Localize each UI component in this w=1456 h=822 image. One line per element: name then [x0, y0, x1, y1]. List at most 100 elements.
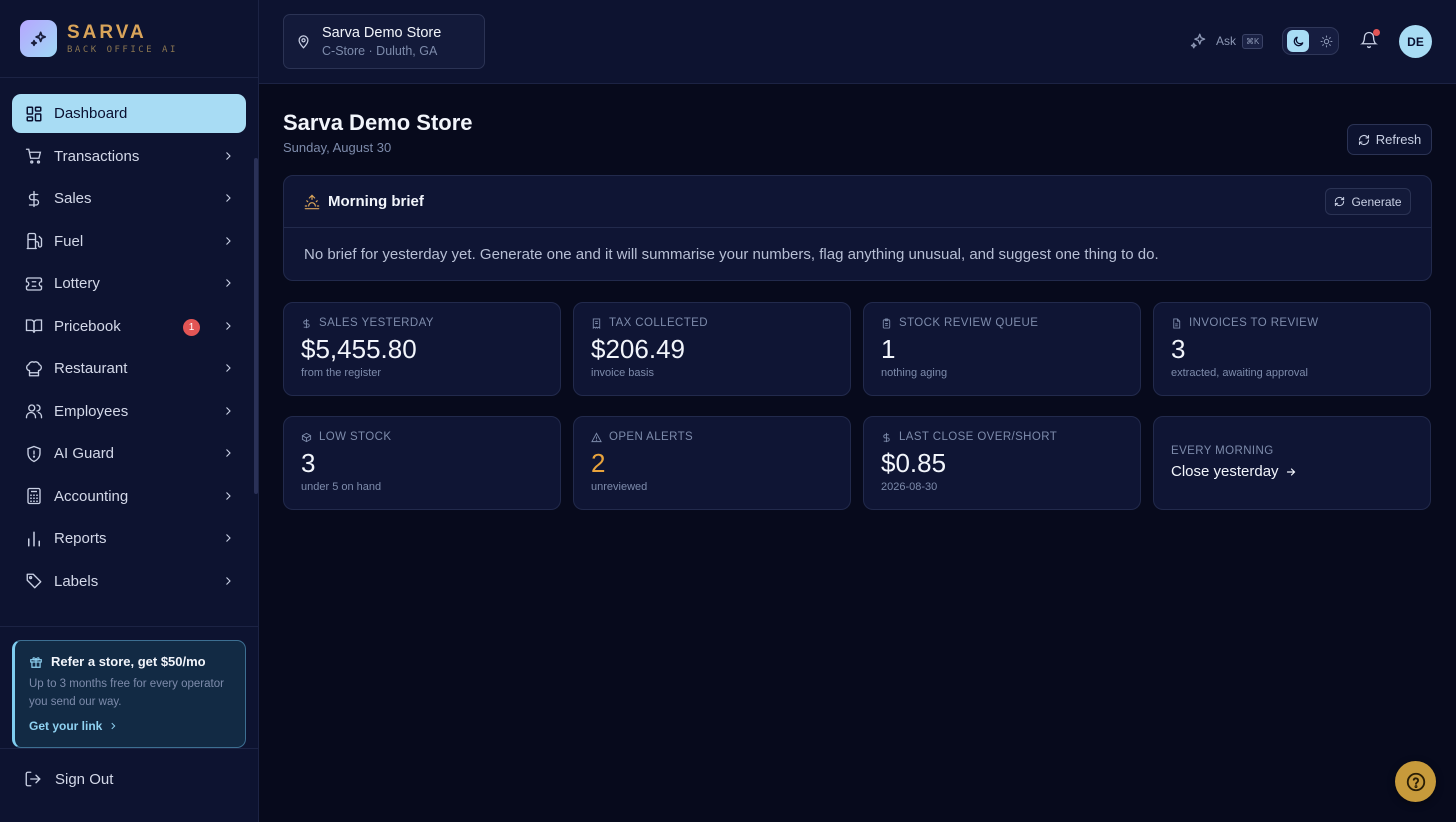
brand-name: SARVA	[67, 22, 147, 43]
sun-icon	[1320, 35, 1332, 47]
topbar: Sarva Demo Store C-Store · Duluth, GA As…	[259, 0, 1456, 84]
sidebar-scrollbar[interactable]	[254, 158, 258, 494]
avatar[interactable]: DE	[1399, 25, 1432, 58]
card-value: 3	[1171, 334, 1186, 364]
ask-ai-button[interactable]: Ask ⌘K	[1190, 32, 1264, 50]
box-icon	[301, 432, 312, 442]
dashboard-icon	[25, 105, 43, 123]
sidebar-item-accounting[interactable]: Accounting	[12, 477, 246, 516]
theme-toggle[interactable]	[1282, 27, 1339, 55]
chevron-right-icon	[226, 321, 231, 330]
refresh-icon	[1358, 134, 1369, 145]
card-subtext: nothing aging	[881, 367, 948, 379]
card-label: Tax collected	[609, 317, 708, 329]
referral-description: Up to 3 months free for every operator y…	[29, 678, 224, 708]
kpi-card-low-stock[interactable]: Low stock 3 under 5 on hand	[283, 416, 561, 510]
sidebar-divider	[0, 626, 259, 627]
sidebar-item-label: Accounting	[54, 487, 129, 505]
close-yesterday-label: Close yesterday	[1171, 463, 1279, 480]
sidebar-nav: Dashboard Transactions Sales Fuel Lotter…	[0, 78, 258, 626]
page-date: Sunday, August 30	[283, 140, 392, 155]
dollar-icon	[883, 432, 890, 442]
arrow-right-icon	[1286, 467, 1295, 476]
dark-mode-button[interactable]	[1287, 30, 1309, 52]
moon-icon	[1293, 36, 1303, 46]
notification-badge: 1	[183, 318, 200, 336]
refresh-label: Refresh	[1375, 132, 1422, 147]
refresh-icon	[1335, 196, 1345, 207]
sidebar-item-reports[interactable]: Reports	[12, 519, 246, 558]
sidebar-item-label: Employees	[54, 402, 129, 420]
card-label: Low stock	[319, 431, 392, 443]
sidebar-item-label: Transactions	[54, 147, 140, 165]
notifications-button[interactable]	[1360, 29, 1380, 54]
card-subtext: extracted, awaiting approval	[1171, 367, 1308, 379]
sparkle-icon	[1190, 33, 1206, 49]
sidebar-item-pricebook[interactable]: Pricebook 1	[12, 307, 246, 346]
brand[interactable]: SARVA BACK OFFICE AI	[0, 0, 258, 78]
card-value: $5,455.80	[301, 334, 417, 364]
generate-brief-button[interactable]: Generate	[1325, 188, 1411, 215]
kpi-card-last-close-over-short[interactable]: Last close over/short $0.85 2026-08-30	[863, 416, 1141, 510]
sidebar-item-ai-guard[interactable]: AI Guard	[12, 434, 246, 473]
sidebar-item-label: Pricebook	[54, 317, 121, 335]
light-mode-button[interactable]	[1315, 30, 1337, 52]
chevron-right-icon	[226, 449, 231, 457]
sidebar-item-transactions[interactable]: Transactions	[12, 137, 246, 176]
sidebar-item-label: Labels	[54, 572, 99, 590]
dollar-icon	[303, 318, 310, 328]
sidebar-item-dashboard[interactable]: Dashboard	[12, 94, 246, 133]
card-label: Last close over/short	[899, 431, 1058, 443]
chevron-right-icon	[226, 151, 231, 160]
users-icon	[25, 402, 43, 420]
store-selector[interactable]: Sarva Demo Store C-Store · Duluth, GA	[283, 14, 485, 69]
ticket-icon	[25, 275, 43, 293]
sidebar-item-fuel[interactable]: Fuel	[12, 222, 246, 261]
card-label: Sales yesterday	[319, 317, 434, 329]
sidebar-item-label: Sales	[54, 190, 92, 207]
brief-body: No brief for yesterday yet. Generate one…	[304, 246, 1159, 263]
kpi-card-stock-review-queue[interactable]: Stock review queue 1 nothing aging	[863, 302, 1141, 396]
kpi-card-open-alerts[interactable]: Open alerts 2 unreviewed	[573, 416, 851, 510]
chevron-right-icon	[226, 194, 231, 202]
get-your-link-button[interactable]: Get your link	[29, 719, 231, 733]
sparkle-logo-icon	[20, 20, 57, 57]
card-label: Invoices to review	[1189, 317, 1319, 329]
chevron-right-icon	[226, 279, 231, 287]
sidebar: SARVA BACK OFFICE AI Dashboard Transacti…	[0, 0, 259, 822]
close-yesterday-card[interactable]: EVERY MORNING Close yesterday	[1153, 416, 1431, 510]
chevron-right-icon	[226, 236, 231, 245]
document-icon	[1173, 317, 1181, 329]
kpi-card-invoices-to-review[interactable]: Invoices to review 3 extracted, awaiting…	[1153, 302, 1431, 396]
sidebar-item-label: Fuel	[54, 232, 84, 250]
sidebar-item-employees[interactable]: Employees	[12, 392, 246, 431]
sidebar-divider	[0, 748, 259, 749]
clipboard-icon	[882, 317, 891, 329]
sidebar-item-sales[interactable]: Sales	[12, 179, 246, 218]
sidebar-item-labels[interactable]: Labels	[12, 562, 246, 601]
card-subtext: 2026-08-30	[881, 481, 938, 493]
card-subtext: unreviewed	[591, 481, 648, 493]
sunrise-icon	[304, 193, 320, 209]
sign-out-button[interactable]: Sign Out	[24, 770, 113, 788]
card-value: $0.85	[881, 448, 947, 478]
help-button[interactable]	[1395, 761, 1436, 802]
referral-card[interactable]: Refer a store, get $50/mo Up to 3 months…	[12, 640, 246, 748]
gift-icon	[30, 656, 42, 668]
notification-dot	[1373, 29, 1380, 36]
close-yesterday-link[interactable]: Close yesterday	[1171, 463, 1413, 480]
book-icon	[25, 317, 43, 335]
sidebar-item-lottery[interactable]: Lottery	[12, 264, 246, 303]
sidebar-item-label: AI Guard	[54, 445, 115, 462]
kpi-card-sales-yesterday[interactable]: Sales yesterday $5,455.80 from the regis…	[283, 302, 561, 396]
chevron-right-icon	[226, 364, 231, 372]
sidebar-item-restaurant[interactable]: Restaurant	[12, 349, 246, 388]
chef-hat-icon	[25, 360, 43, 378]
refresh-button[interactable]: Refresh	[1347, 124, 1432, 155]
warning-icon	[591, 431, 602, 442]
card-value: $206.49	[591, 334, 685, 364]
card-value: 1	[881, 334, 896, 364]
kpi-card-tax-collected[interactable]: Tax collected $206.49 invoice basis	[573, 302, 851, 396]
referral-link-label: Get your link	[29, 719, 103, 733]
brief-title: Morning brief	[328, 193, 424, 210]
